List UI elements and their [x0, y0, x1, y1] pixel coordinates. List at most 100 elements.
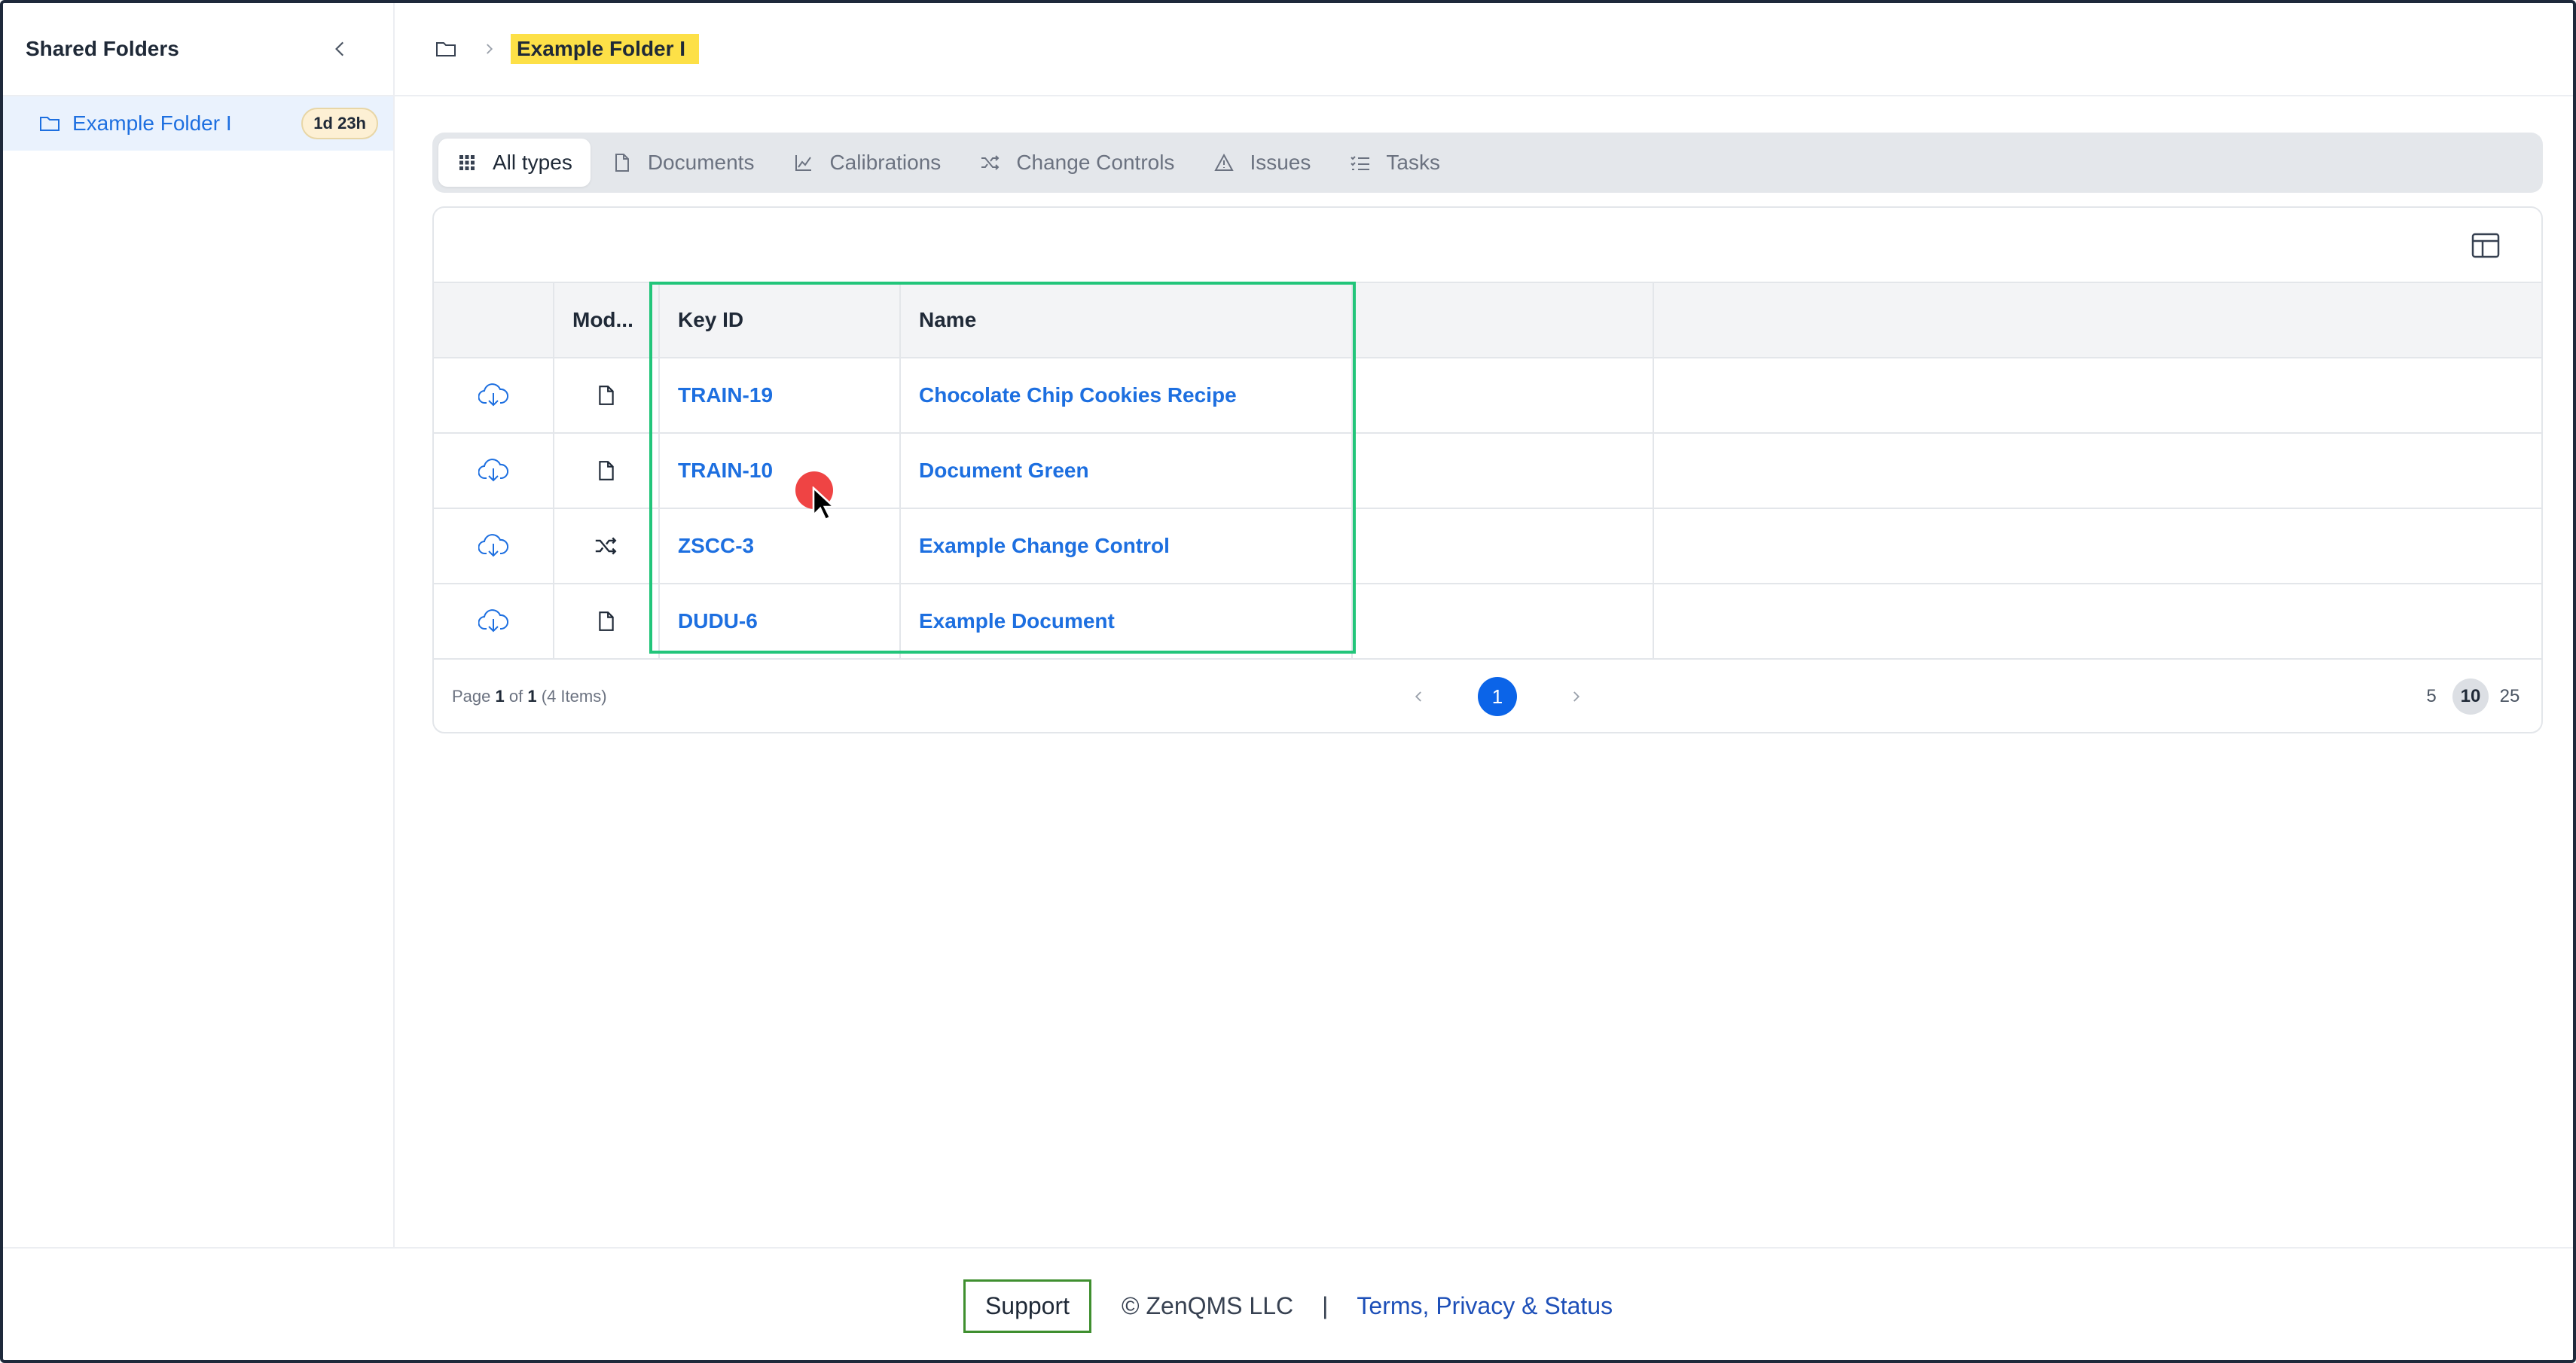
empty-cell [1654, 509, 2541, 583]
key-id-link[interactable]: TRAIN-19 [678, 383, 773, 407]
app-window: Shared Folders Example Folder I 1d 23h E… [0, 0, 2576, 1363]
module-cell [554, 509, 660, 583]
column-header-empty [1353, 283, 1654, 357]
mouse-pointer-icon [812, 486, 837, 521]
key-id-link[interactable]: ZSCC-3 [678, 534, 754, 558]
document-icon [612, 152, 633, 173]
next-page-button[interactable] [1561, 682, 1591, 712]
total-pages: 1 [527, 687, 537, 706]
warning-icon [1213, 152, 1235, 173]
column-header-module[interactable]: Mod... [554, 283, 660, 357]
sidebar: Shared Folders Example Folder I 1d 23h [3, 3, 395, 1247]
terms-link[interactable]: Terms, Privacy & Status [1357, 1292, 1613, 1320]
module-cell [554, 358, 660, 432]
page-info: Page 1 of 1 (4 Items) [452, 687, 607, 706]
page-size-25[interactable]: 25 [2492, 678, 2528, 715]
current-page: 1 [495, 687, 505, 706]
sidebar-item-label: Example Folder I [72, 111, 232, 135]
name-link[interactable]: Chocolate Chip Cookies Recipe [919, 383, 1237, 407]
empty-cell [1654, 584, 2541, 658]
tab-change-controls[interactable]: Change Controls [962, 139, 1192, 187]
shuffle-icon [980, 152, 1001, 173]
tab-issues[interactable]: Issues [1195, 139, 1329, 187]
document-icon [599, 386, 614, 405]
table-header-row: Mod... Key ID Name [434, 283, 2541, 358]
page-size-selector: 5 10 25 [2410, 678, 2528, 715]
name-cell: Document Green [901, 434, 1353, 508]
tab-label: Documents [647, 151, 755, 174]
column-layout-button[interactable] [2471, 230, 2501, 261]
column-header-key-id[interactable]: Key ID [660, 283, 901, 357]
name-link[interactable]: Example Document [919, 609, 1115, 633]
items-table: Mod... Key ID Name TRAIN-19 Chocolate Ch… [434, 283, 2541, 660]
download-button[interactable] [434, 434, 554, 508]
name-cell: Example Document [901, 584, 1353, 658]
pagination: Page 1 of 1 (4 Items) 1 5 10 25 [434, 660, 2541, 732]
table-toolbar [434, 208, 2541, 283]
cloud-download-icon [478, 459, 508, 482]
page-navigation: 1 [1404, 677, 1591, 716]
tab-all-types[interactable]: All types [438, 139, 591, 187]
table-row: ZSCC-3 Example Change Control [434, 509, 2541, 584]
table-row: DUDU-6 Example Document [434, 584, 2541, 660]
copyright: © ZenQMS LLC [1122, 1291, 1294, 1319]
module-cell [554, 584, 660, 658]
chevron-left-icon [335, 41, 344, 56]
page-size-5[interactable]: 5 [2413, 678, 2449, 715]
sidebar-title: Shared Folders [26, 37, 179, 60]
breadcrumb-folder-icon[interactable] [435, 36, 461, 62]
chevron-right-icon [1573, 691, 1580, 702]
sidebar-header: Shared Folders [3, 3, 393, 96]
type-filter-tabs: All types Documents Calibrations Change … [432, 133, 2543, 193]
key-id-cell: TRAIN-19 [660, 358, 901, 432]
key-id-cell: DUDU-6 [660, 584, 901, 658]
key-id-link[interactable]: DUDU-6 [678, 609, 758, 633]
empty-cell [1353, 434, 1654, 508]
download-button[interactable] [434, 509, 554, 583]
module-cell [554, 434, 660, 508]
time-badge: 1d 23h [301, 108, 378, 139]
key-id-cell: TRAIN-10 [660, 434, 901, 508]
footer: Support © ZenQMS LLC | Terms, Privacy & … [3, 1247, 2573, 1360]
column-header-name[interactable]: Name [901, 283, 1353, 357]
tab-label: Change Controls [1016, 151, 1175, 174]
name-cell: Chocolate Chip Cookies Recipe [901, 358, 1353, 432]
items-count: (4 Items) [541, 687, 607, 706]
name-link[interactable]: Example Change Control [919, 534, 1170, 558]
empty-cell [1353, 358, 1654, 432]
tab-calibrations[interactable]: Calibrations [775, 139, 959, 187]
tab-tasks[interactable]: Tasks [1332, 139, 1458, 187]
column-header-empty [1654, 283, 2541, 357]
support-button[interactable]: Support [963, 1279, 1092, 1333]
tab-label: Calibrations [829, 151, 942, 174]
tab-documents[interactable]: Documents [594, 139, 773, 187]
tab-label: Tasks [1386, 151, 1440, 174]
of-label: of [508, 687, 523, 706]
cloud-download-icon [478, 383, 508, 407]
cloud-download-icon [478, 534, 508, 557]
collapse-sidebar-button[interactable] [325, 34, 356, 64]
page-prefix: Page [452, 687, 491, 706]
shuffle-icon [595, 537, 617, 555]
layout-icon [2471, 233, 2500, 258]
page-1-button[interactable]: 1 [1478, 677, 1517, 716]
empty-cell [1353, 509, 1654, 583]
sidebar-item-example-folder[interactable]: Example Folder I 1d 23h [3, 96, 393, 151]
name-link[interactable]: Document Green [919, 459, 1089, 483]
breadcrumb: Example Folder I [395, 3, 2573, 96]
document-icon [599, 611, 614, 631]
items-table-card: Mod... Key ID Name TRAIN-19 Chocolate Ch… [432, 206, 2543, 733]
grid-icon [456, 152, 478, 173]
name-cell: Example Change Control [901, 509, 1353, 583]
empty-cell [1353, 584, 1654, 658]
tab-label: Issues [1250, 151, 1311, 174]
previous-page-button[interactable] [1404, 682, 1434, 712]
empty-cell [1654, 358, 2541, 432]
chevron-left-icon [1415, 691, 1421, 702]
page-size-10[interactable]: 10 [2452, 678, 2489, 715]
key-id-link[interactable]: TRAIN-10 [678, 459, 773, 483]
download-button[interactable] [434, 584, 554, 658]
document-icon [599, 461, 614, 480]
key-id-cell: ZSCC-3 [660, 509, 901, 583]
download-button[interactable] [434, 358, 554, 432]
